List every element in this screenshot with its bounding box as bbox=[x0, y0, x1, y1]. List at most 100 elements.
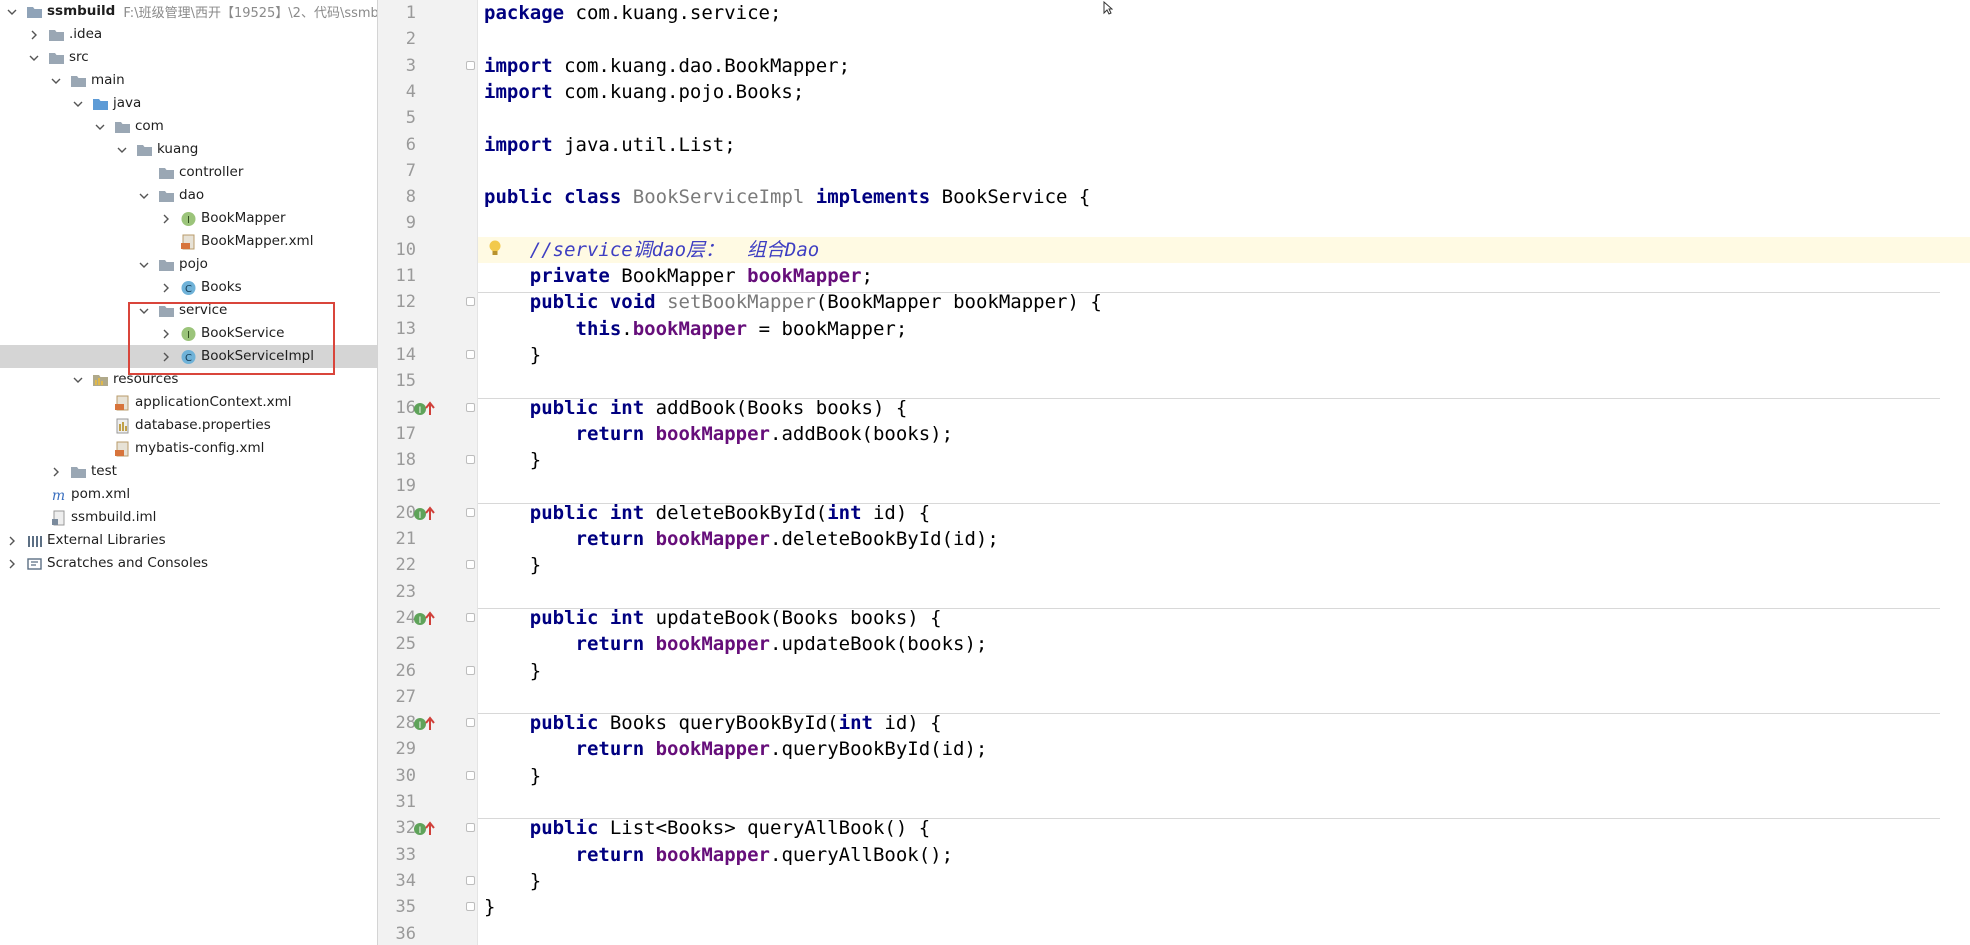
fold-marker[interactable] bbox=[466, 507, 475, 517]
tree-row-mybatis-config[interactable]: mybatis-config.xml bbox=[0, 437, 377, 460]
code-line[interactable]: } bbox=[478, 868, 1970, 894]
fold-marker[interactable] bbox=[466, 455, 475, 465]
code-line[interactable]: } bbox=[478, 658, 1970, 684]
fold-marker[interactable] bbox=[466, 718, 475, 728]
code-editor[interactable]: 1 2 3 4 5 6 7 8 9 10 11 12 13 14 15 16 17 18 19 20 21 22 23 24 2… bbox=[378, 0, 1970, 945]
tree-row-controller[interactable]: controller bbox=[0, 161, 377, 184]
code-line[interactable]: } bbox=[478, 552, 1970, 578]
chevron-down-icon[interactable] bbox=[50, 75, 62, 87]
code-line[interactable] bbox=[478, 158, 1970, 184]
fold-marker[interactable] bbox=[466, 665, 475, 675]
code-line[interactable] bbox=[478, 26, 1970, 52]
code-line[interactable]: this.bookMapper = bookMapper; bbox=[478, 316, 1970, 342]
tree-row-main[interactable]: main bbox=[0, 69, 377, 92]
code-line[interactable] bbox=[478, 210, 1970, 236]
code-line[interactable]: private BookMapper bookMapper; bbox=[478, 263, 1970, 289]
code-line[interactable] bbox=[478, 921, 1970, 945]
tree-row-service[interactable]: service bbox=[0, 299, 377, 322]
code-line[interactable]: } bbox=[478, 447, 1970, 473]
tree-row-ssmbuild[interactable]: ssmbuild F:\班级管理\西开【19525】\2、代码\ssmbu bbox=[0, 0, 377, 23]
tree-row-external-libraries[interactable]: External Libraries bbox=[0, 529, 377, 552]
tree-row-resources[interactable]: resources bbox=[0, 368, 377, 391]
tree-row-pojo[interactable]: pojo bbox=[0, 253, 377, 276]
line-number: 17 bbox=[395, 423, 416, 444]
code-line[interactable]: import java.util.List; bbox=[478, 132, 1970, 158]
code-line[interactable]: return bookMapper.addBook(books); bbox=[478, 421, 1970, 447]
fold-marker[interactable] bbox=[466, 402, 475, 412]
code-line[interactable] bbox=[478, 789, 1970, 815]
tree-row-database-properties[interactable]: database.properties bbox=[0, 414, 377, 437]
fold-marker[interactable] bbox=[466, 349, 475, 359]
implements-method-icon[interactable]: I bbox=[413, 819, 441, 837]
chevron-right-icon[interactable] bbox=[160, 328, 172, 340]
code-line[interactable]: import com.kuang.pojo.Books; bbox=[478, 79, 1970, 105]
fold-marker[interactable] bbox=[466, 60, 475, 70]
implements-method-icon[interactable]: I bbox=[413, 504, 441, 522]
chevron-down-icon[interactable] bbox=[94, 121, 106, 133]
tree-row-scratches[interactable]: Scratches and Consoles bbox=[0, 552, 377, 575]
tree-row-bookservice[interactable]: I BookService bbox=[0, 322, 377, 345]
tree-row-test[interactable]: test bbox=[0, 460, 377, 483]
tree-row-dao[interactable]: dao bbox=[0, 184, 377, 207]
chevron-down-icon[interactable] bbox=[72, 98, 84, 110]
tree-row-java[interactable]: java bbox=[0, 92, 377, 115]
line-number: 10 bbox=[395, 239, 416, 260]
code-line[interactable]: import com.kuang.dao.BookMapper; bbox=[478, 53, 1970, 79]
tree-row-kuang[interactable]: kuang bbox=[0, 138, 377, 161]
chevron-right-icon[interactable] bbox=[160, 213, 172, 225]
chevron-down-icon[interactable] bbox=[6, 6, 18, 18]
chevron-down-icon[interactable] bbox=[138, 259, 150, 271]
line-number: 2 bbox=[405, 29, 416, 50]
code-line[interactable]: return bookMapper.queryBookById(id); bbox=[478, 736, 1970, 762]
code-line[interactable]: return bookMapper.deleteBookById(id); bbox=[478, 526, 1970, 552]
chevron-right-icon[interactable] bbox=[6, 535, 18, 547]
code-line[interactable]: return bookMapper.updateBook(books); bbox=[478, 631, 1970, 657]
implements-method-icon[interactable]: I bbox=[413, 399, 441, 417]
implements-method-icon[interactable]: I bbox=[413, 714, 441, 732]
chevron-down-icon[interactable] bbox=[28, 52, 40, 64]
code-line[interactable]: } bbox=[478, 763, 1970, 789]
folder-icon bbox=[26, 4, 43, 20]
chevron-down-icon[interactable] bbox=[72, 374, 84, 386]
code-line[interactable]: return bookMapper.queryAllBook(); bbox=[478, 842, 1970, 868]
code-line[interactable] bbox=[478, 368, 1970, 394]
tree-row-bookmapper[interactable]: I BookMapper bbox=[0, 207, 377, 230]
tree-row-bookmapper-xml[interactable]: BookMapper.xml bbox=[0, 230, 377, 253]
chevron-down-icon[interactable] bbox=[138, 190, 150, 202]
tree-row-src[interactable]: src bbox=[0, 46, 377, 69]
chevron-right-icon[interactable] bbox=[160, 282, 172, 294]
fold-marker[interactable] bbox=[466, 297, 475, 307]
fold-marker[interactable] bbox=[466, 875, 475, 885]
fold-marker[interactable] bbox=[466, 560, 475, 570]
code-line[interactable]: //service调dao层： 组合Dao bbox=[478, 236, 1970, 263]
fold-marker[interactable] bbox=[466, 770, 475, 780]
tree-row-applicationcontext[interactable]: applicationContext.xml bbox=[0, 391, 377, 414]
code-line[interactable]: package com.kuang.service; bbox=[478, 0, 1970, 26]
chevron-right-icon[interactable] bbox=[160, 351, 172, 363]
code-line[interactable] bbox=[478, 579, 1970, 605]
fold-marker[interactable] bbox=[466, 823, 475, 833]
chevron-right-icon[interactable] bbox=[50, 466, 62, 478]
tree-row-com[interactable]: com bbox=[0, 115, 377, 138]
fold-marker[interactable] bbox=[466, 902, 475, 912]
fold-marker[interactable] bbox=[466, 612, 475, 622]
tree-row-pom[interactable]: m pom.xml bbox=[0, 483, 377, 506]
code-area[interactable]: package com.kuang.service; import com.kua… bbox=[478, 0, 1970, 945]
code-line[interactable]: } bbox=[478, 342, 1970, 368]
code-line[interactable] bbox=[478, 684, 1970, 710]
code-line[interactable] bbox=[478, 473, 1970, 499]
code-line[interactable] bbox=[478, 105, 1970, 131]
line-number: 33 bbox=[395, 844, 416, 865]
chevron-down-icon[interactable] bbox=[116, 144, 128, 156]
tree-row-books[interactable]: C Books bbox=[0, 276, 377, 299]
chevron-down-icon[interactable] bbox=[138, 305, 150, 317]
intention-bulb-icon[interactable] bbox=[488, 239, 502, 257]
code-line[interactable]: } bbox=[478, 894, 1970, 920]
implements-method-icon[interactable]: I bbox=[413, 609, 441, 627]
code-line[interactable]: public class BookServiceImpl implements … bbox=[478, 184, 1970, 210]
chevron-right-icon[interactable] bbox=[6, 558, 18, 570]
tree-row-iml[interactable]: ssmbuild.iml bbox=[0, 506, 377, 529]
tree-row-idea[interactable]: .idea bbox=[0, 23, 377, 46]
tree-row-bookserviceimpl[interactable]: C BookServiceImpl bbox=[0, 345, 377, 368]
chevron-right-icon[interactable] bbox=[28, 29, 40, 41]
